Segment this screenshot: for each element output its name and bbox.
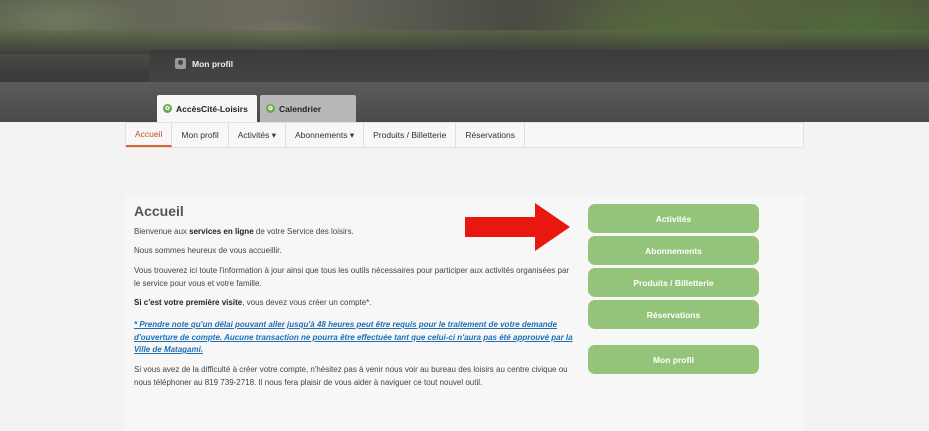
reservations-button[interactable]: Réservations	[588, 300, 759, 329]
nav-activites[interactable]: Activités ▾	[229, 123, 287, 147]
tab-accescite-loisirs[interactable]: ✿ AccèsCité-Loisirs	[157, 95, 257, 122]
welcome-bold: services en ligne	[189, 227, 254, 236]
profile-bar	[150, 50, 929, 82]
help-paragraph: Si vous avez de la difficulté à créer vo…	[134, 365, 568, 387]
profile-link-label: Mon profil	[192, 58, 234, 69]
produits-billetterie-button[interactable]: Produits / Billetterie	[588, 268, 759, 297]
tab-label: Calendrier	[279, 103, 322, 114]
main-nav: Accueil Mon profil Activités ▾ Abonnemen…	[125, 122, 804, 148]
nav-mon-profil[interactable]: Mon profil	[172, 123, 229, 147]
tab-label: AccèsCité-Loisirs	[176, 103, 248, 114]
header-banner	[0, 0, 929, 122]
page-title: Accueil	[134, 203, 184, 219]
account-delay-note-link[interactable]: * Prendre note qu'un délai pouvant aller…	[134, 320, 573, 354]
mon-profil-button[interactable]: Mon profil	[588, 345, 759, 374]
first-visit-text: , vous devez vous créer un compte*.	[242, 298, 372, 307]
red-arrow-icon	[465, 203, 570, 251]
profile-link[interactable]: Mon profil	[175, 58, 233, 69]
tab-calendrier[interactable]: ✿ Calendrier	[260, 95, 356, 122]
nav-abonnements[interactable]: Abonnements ▾	[286, 123, 365, 147]
welcome-text: Bienvenue aux	[134, 227, 190, 236]
nav-produits-billetterie[interactable]: Produits / Billetterie	[364, 123, 457, 147]
first-visit-bold: Si c'est votre première visite	[134, 298, 243, 307]
nav-accueil[interactable]: Accueil	[126, 123, 173, 147]
leaf-icon: ✿	[163, 104, 172, 113]
abonnements-button[interactable]: Abonnements	[588, 236, 759, 265]
app-tabs: ✿ AccèsCité-Loisirs ✿ Calendrier	[157, 95, 356, 122]
welcome-text-end: de votre Service des loisirs.	[253, 227, 354, 236]
nav-reservations[interactable]: Réservations	[456, 123, 525, 147]
info-paragraph: Vous trouverez ici toute l'information à…	[134, 266, 570, 288]
first-visit-paragraph: Si c'est votre première visite, vous dev…	[134, 297, 574, 310]
user-icon	[175, 58, 186, 69]
tab-bar	[0, 82, 929, 122]
account-delay-note[interactable]: * Prendre note qu'un délai pouvant aller…	[134, 319, 574, 357]
leaf-icon: ✿	[266, 104, 275, 113]
activites-button[interactable]: Activités	[588, 204, 759, 233]
